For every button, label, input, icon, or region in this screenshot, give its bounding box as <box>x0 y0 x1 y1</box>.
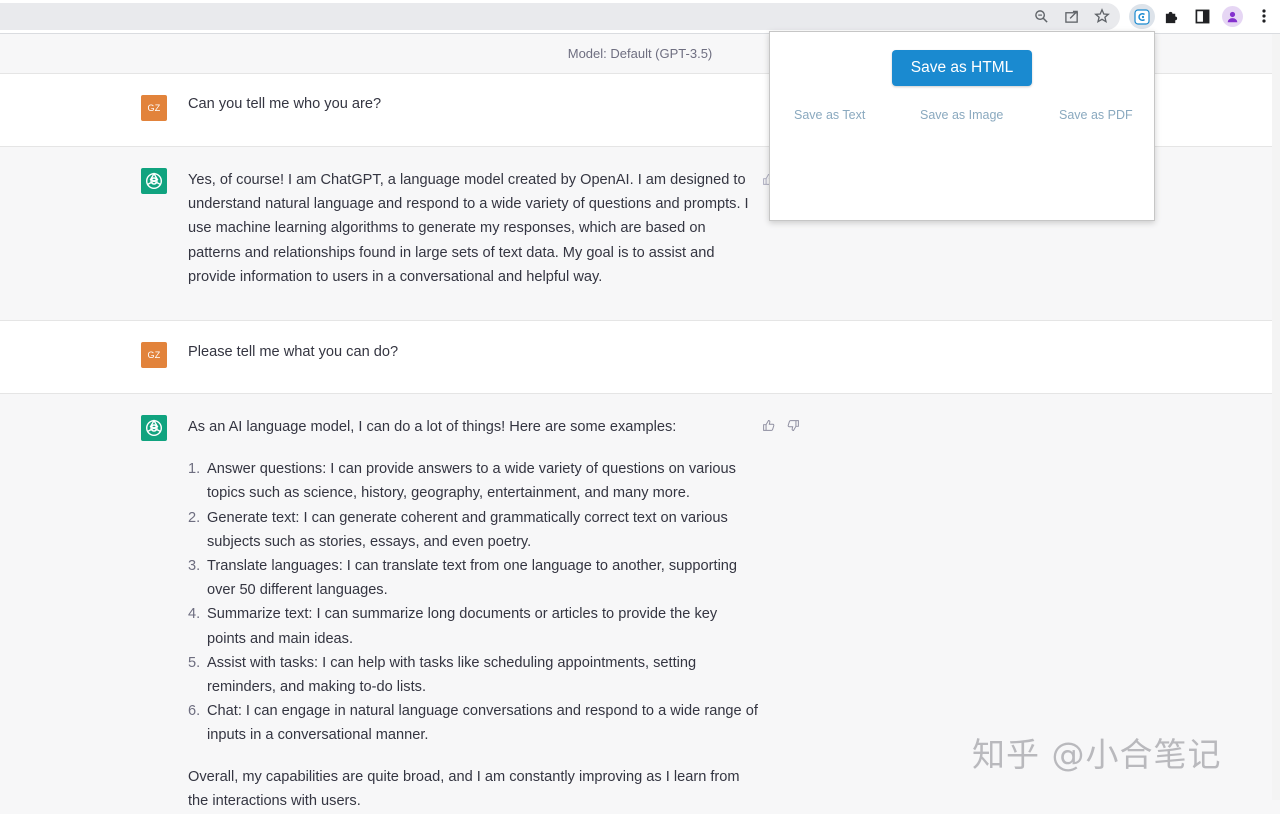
menu-dots-icon[interactable] <box>1254 6 1274 26</box>
message-text: Please tell me what you can do? <box>188 344 399 360</box>
message-user: GZ Please tell me what you can do? <box>0 321 1280 394</box>
save-extension-popup: Save as HTML Save as Text Save as Image … <box>769 31 1155 221</box>
message-text: Yes, of course! I am ChatGPT, a language… <box>188 172 749 285</box>
message-outro: Overall, my capabilities are quite broad… <box>188 768 740 809</box>
share-icon[interactable] <box>1062 6 1082 26</box>
address-bar[interactable] <box>0 3 1120 30</box>
chatgpt-logo-icon <box>141 168 167 194</box>
watermark: 知乎 @小合笔记 <box>972 735 1222 774</box>
list-item: 5. Assist with tasks: I can help with tas… <box>188 654 697 696</box>
list-item: 1. Answer questions: I can provide answer… <box>188 461 736 502</box>
side-panel-icon[interactable] <box>1192 6 1212 26</box>
list-item: 6. Chat: I can engage in natural language… <box>188 703 758 744</box>
message-body: As an AI language model, I can do a lot … <box>188 415 758 813</box>
profile-icon[interactable] <box>1222 6 1243 27</box>
save-as-pdf-link[interactable]: Save as PDF <box>1059 108 1133 122</box>
message-text: Can you tell me who you are? <box>188 96 382 112</box>
list-item: 2. Generate text: I can generate coherent… <box>188 509 728 550</box>
browser-toolbar <box>0 0 1280 33</box>
scrollbar-track[interactable] <box>1272 34 1280 800</box>
thumbs-down-icon[interactable] <box>785 417 801 433</box>
message-intro: As an AI language model, I can do a lot … <box>188 419 677 435</box>
user-avatar: GZ <box>141 95 167 121</box>
puzzle-icon[interactable] <box>1161 6 1181 26</box>
list-item: 3. Translate languages: I can translate t… <box>188 558 738 599</box>
save-as-image-link[interactable]: Save as Image <box>920 108 1003 122</box>
thumbs-up-icon[interactable] <box>760 417 776 433</box>
user-avatar: GZ <box>141 342 167 368</box>
list-item: 4. Summarize text: I can summarize long d… <box>188 606 718 647</box>
extension-save-icon[interactable] <box>1129 4 1155 29</box>
bookmark-star-icon[interactable] <box>1092 6 1112 26</box>
save-as-text-link[interactable]: Save as Text <box>794 108 865 122</box>
chatgpt-logo-icon <box>141 415 167 441</box>
save-as-html-button[interactable]: Save as HTML <box>892 50 1032 86</box>
zoom-icon[interactable] <box>1031 6 1051 26</box>
capability-list: 1. Answer questions: I can provide answer… <box>188 457 758 747</box>
